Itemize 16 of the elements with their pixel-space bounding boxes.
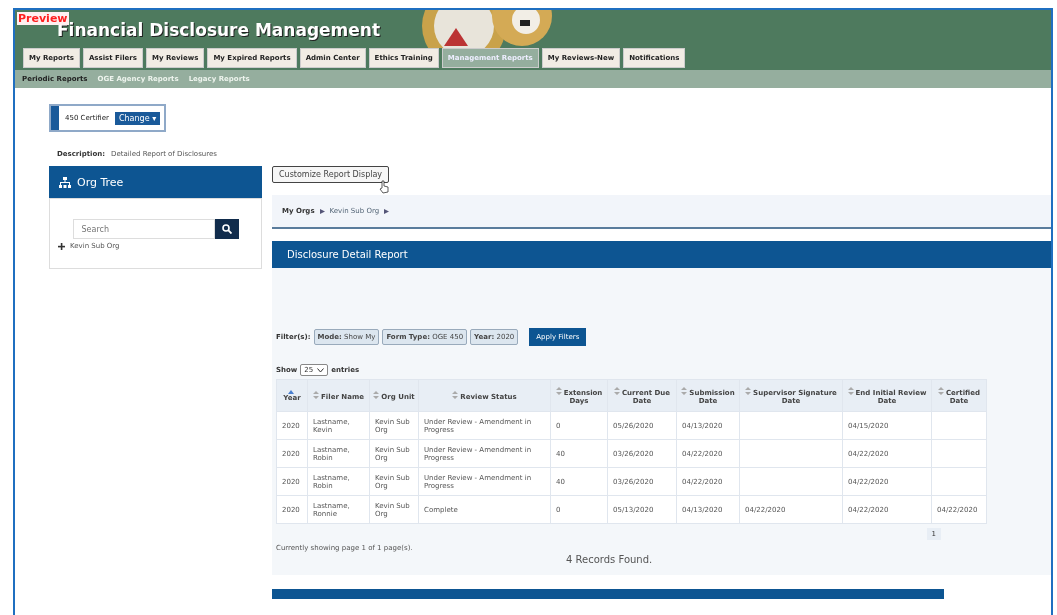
- search-button[interactable]: [214, 219, 239, 239]
- search-field[interactable]: Search: [72, 219, 215, 239]
- change-button[interactable]: Change ▾: [114, 111, 161, 125]
- role-strip: [51, 106, 59, 130]
- panel-title: Org Tree: [77, 175, 124, 189]
- arrow-icon: [319, 208, 325, 214]
- cursor-icon: [379, 180, 389, 194]
- arrow-icon: [384, 208, 390, 214]
- customize-button[interactable]: Customize Report Display: [272, 166, 390, 183]
- preview-label: Preview: [17, 12, 69, 25]
- search-icon: [221, 224, 232, 234]
- org-tree-icon: [59, 176, 71, 188]
- plus-icon: [58, 242, 65, 250]
- report-header: Disclosure Detail Report: [272, 241, 1051, 268]
- records-count: 4 Records Found.: [566, 554, 654, 565]
- caret-icon: [317, 367, 325, 373]
